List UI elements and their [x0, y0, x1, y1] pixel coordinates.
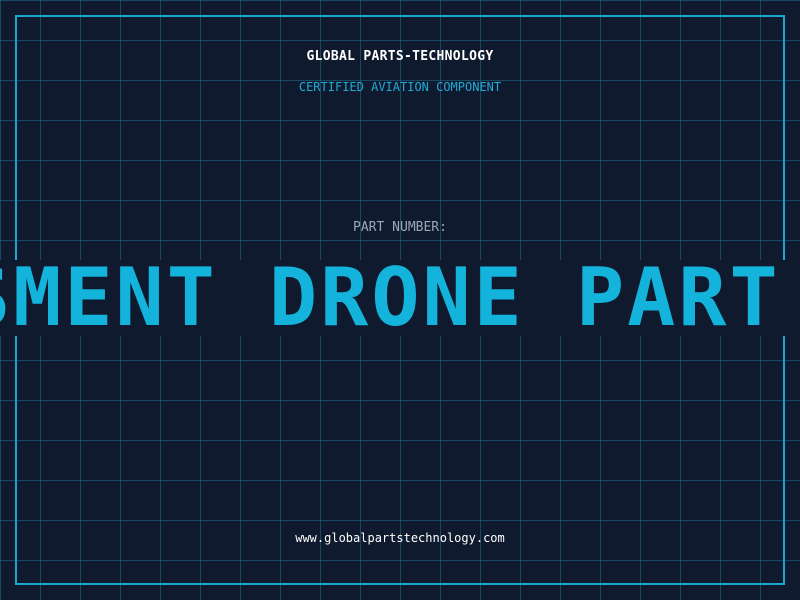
company-name: GLOBAL PARTS-TECHNOLOGY [306, 49, 494, 64]
product-label-page: GLOBAL PARTS-TECHNOLOGY CERTIFIED AVIATI… [0, 0, 800, 600]
part-number-value: SMENT DRONE PART LO [0, 260, 800, 336]
part-number-label: PART NUMBER: [353, 220, 447, 235]
website-url: www.globalpartstechnology.com [295, 531, 505, 545]
part-number-band: SMENT DRONE PART LO [0, 260, 800, 336]
certification-subtitle: CERTIFIED AVIATION COMPONENT [298, 80, 502, 94]
